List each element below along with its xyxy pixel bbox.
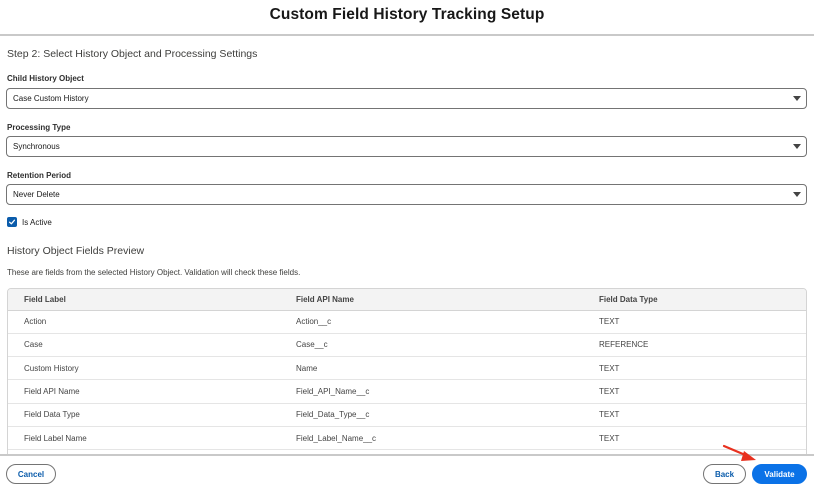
is-active-row: Is Active — [7, 217, 52, 227]
is-active-label: Is Active — [22, 217, 52, 227]
modal-header: Custom Field History Tracking Setup — [0, 0, 814, 36]
preview-title: History Object Fields Preview — [7, 245, 145, 257]
cell-field-api-name: Field_Data_Type__c — [296, 410, 370, 420]
child-history-object-label: Child History Object — [7, 74, 84, 83]
table-row: Field Label Name Field_Label_Name__c TEX… — [8, 426, 806, 450]
table-row: Field Data Type Field_Data_Type__c TEXT — [8, 403, 806, 427]
column-header-field-api-name: Field API Name — [280, 289, 583, 311]
cell-field-api-name: Name — [296, 363, 318, 373]
annotation-arrow-icon — [722, 444, 756, 461]
cancel-button[interactable]: Cancel — [6, 464, 56, 484]
cell-field-label: Field API Name — [24, 387, 80, 397]
cell-field-data-type: TEXT — [599, 410, 620, 420]
retention-period-combobox[interactable]: Never Delete — [6, 184, 807, 205]
child-history-object-combobox[interactable]: Case Custom History — [6, 88, 807, 109]
validate-button[interactable]: Validate — [752, 464, 807, 484]
cell-field-data-type: TEXT — [599, 363, 620, 373]
is-active-checkbox[interactable] — [7, 217, 17, 227]
table-row: Custom History Name TEXT — [8, 357, 806, 380]
cell-field-label: Custom History — [24, 363, 79, 373]
table-header-row: Field Label Field API Name Field Data Ty… — [8, 289, 806, 311]
cell-field-data-type: REFERENCE — [599, 340, 649, 350]
back-button[interactable]: Back — [703, 464, 746, 484]
preview-description: These are fields from the selected Histo… — [7, 268, 301, 277]
cell-field-data-type: TEXT — [599, 387, 620, 397]
modal-title: Custom Field History Tracking Setup — [269, 6, 545, 23]
processing-type-value: Synchronous — [13, 142, 60, 151]
fields-preview-table[interactable]: Field Label Field API Name Field Data Ty… — [7, 288, 807, 454]
cell-field-api-name: Field_Label_Name__c — [296, 433, 377, 443]
column-header-field-label: Field Label — [8, 289, 280, 311]
cell-field-data-type: TEXT — [599, 433, 620, 443]
table-row: Action Action__c TEXT — [8, 310, 806, 334]
chevron-down-icon — [793, 96, 801, 101]
cell-field-label: Case — [24, 340, 43, 350]
checkmark-icon — [8, 219, 16, 225]
processing-type-combobox[interactable]: Synchronous — [6, 136, 807, 157]
column-header-field-data-type: Field Data Type — [583, 289, 806, 311]
cell-field-api-name: Action__c — [296, 317, 332, 327]
cell-field-label: Action — [24, 317, 47, 327]
step-title: Step 2: Select History Object and Proces… — [7, 48, 258, 60]
cell-field-api-name: Field_API_Name__c — [296, 387, 370, 397]
chevron-down-icon — [793, 192, 801, 197]
cell-field-label: Field Data Type — [24, 410, 80, 420]
child-history-object-value: Case Custom History — [13, 94, 89, 103]
modal-content: Step 2: Select History Object and Proces… — [0, 36, 814, 454]
cell-field-api-name: Case__c — [296, 340, 328, 350]
chevron-down-icon — [793, 144, 801, 149]
cell-field-label: Field Label Name — [24, 433, 87, 443]
retention-period-label: Retention Period — [7, 171, 72, 180]
processing-type-label: Processing Type — [7, 123, 71, 132]
cell-field-data-type: TEXT — [599, 317, 620, 327]
table-row: Field API Name Field_API_Name__c TEXT — [8, 380, 806, 404]
table-row: Case Case__c REFERENCE — [8, 333, 806, 357]
retention-period-value: Never Delete — [13, 190, 60, 199]
modal-footer: Cancel Back Validate — [0, 454, 814, 486]
